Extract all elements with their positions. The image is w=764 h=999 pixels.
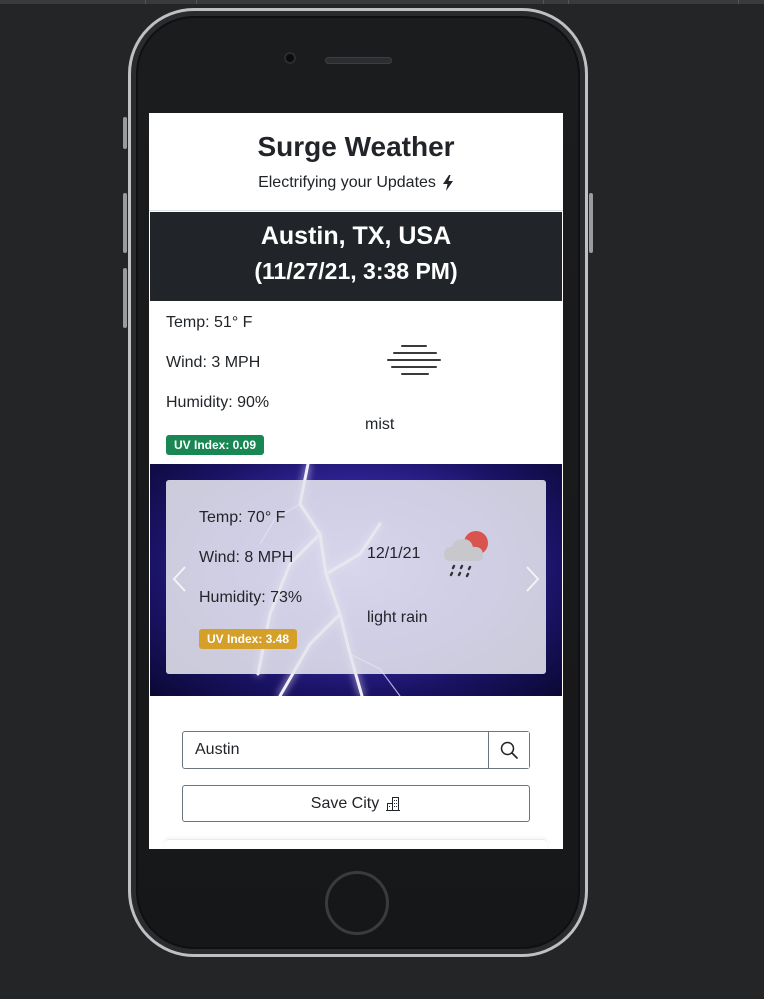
search-icon (500, 741, 518, 759)
forecast-uv-badge: UV Index: 3.48 (199, 629, 298, 649)
forecast-card: Temp: 70° F Wind: 8 MPH Humidity: 73% UV… (166, 480, 546, 674)
current-temp: Temp: 51° F (166, 314, 253, 331)
volume-down-button (123, 268, 127, 328)
divider (568, 0, 569, 4)
city-datetime: (11/27/21, 3:38 PM) (254, 258, 458, 284)
power-button (589, 193, 593, 253)
divider (738, 0, 739, 4)
mute-switch (123, 117, 127, 149)
volume-up-button (123, 193, 127, 253)
saved-cities-list (165, 839, 547, 849)
forecast-temp: Temp: 70° F (199, 509, 286, 526)
carousel-next-button[interactable] (523, 564, 541, 594)
app-screen: Surge Weather Electrifying your Updates … (149, 113, 563, 849)
app-title: Surge Weather (257, 131, 455, 162)
app-header: Surge Weather Electrifying your Updates (149, 113, 563, 211)
city-banner: Austin, TX, USA (11/27/21, 3:38 PM) (150, 212, 562, 301)
cloud-sun-rain-icon (444, 531, 488, 578)
forecast-description: light rain (367, 609, 428, 626)
mist-icon (387, 345, 441, 375)
forecast-wind: Wind: 8 MPH (199, 549, 294, 566)
carousel-prev-button[interactable] (171, 564, 189, 594)
forecast-date: 12/1/21 (367, 545, 421, 562)
city-search-input[interactable] (183, 732, 488, 768)
divider (543, 0, 544, 4)
front-camera (284, 52, 296, 64)
city-name: Austin, TX, USA (260, 222, 452, 250)
search-bar (182, 731, 530, 769)
search-button[interactable] (488, 732, 529, 768)
forecast-carousel: Temp: 70° F Wind: 8 MPH Humidity: 73% UV… (150, 464, 562, 696)
save-city-button[interactable]: Save City (182, 785, 530, 822)
current-uv-badge: UV Index: 0.09 (166, 435, 265, 455)
tagline-text: Electrifying your Updates (258, 174, 436, 191)
current-wind: Wind: 3 MPH (166, 354, 261, 371)
save-city-label: Save City (310, 794, 380, 812)
divider (145, 0, 146, 4)
browser-top-bar (0, 0, 764, 4)
current-description: mist (365, 416, 395, 433)
home-button[interactable] (325, 871, 389, 935)
current-humidity: Humidity: 90% (166, 394, 270, 411)
forecast-humidity: Humidity: 73% (199, 589, 303, 606)
earpiece-speaker (325, 57, 392, 64)
divider (196, 0, 197, 4)
lightning-bolt-icon (442, 175, 453, 191)
buildings-icon (386, 796, 401, 811)
current-weather: Temp: 51° F Wind: 3 MPH Humidity: 90% UV… (149, 302, 563, 463)
tagline: Electrifying your Updates (149, 174, 563, 192)
